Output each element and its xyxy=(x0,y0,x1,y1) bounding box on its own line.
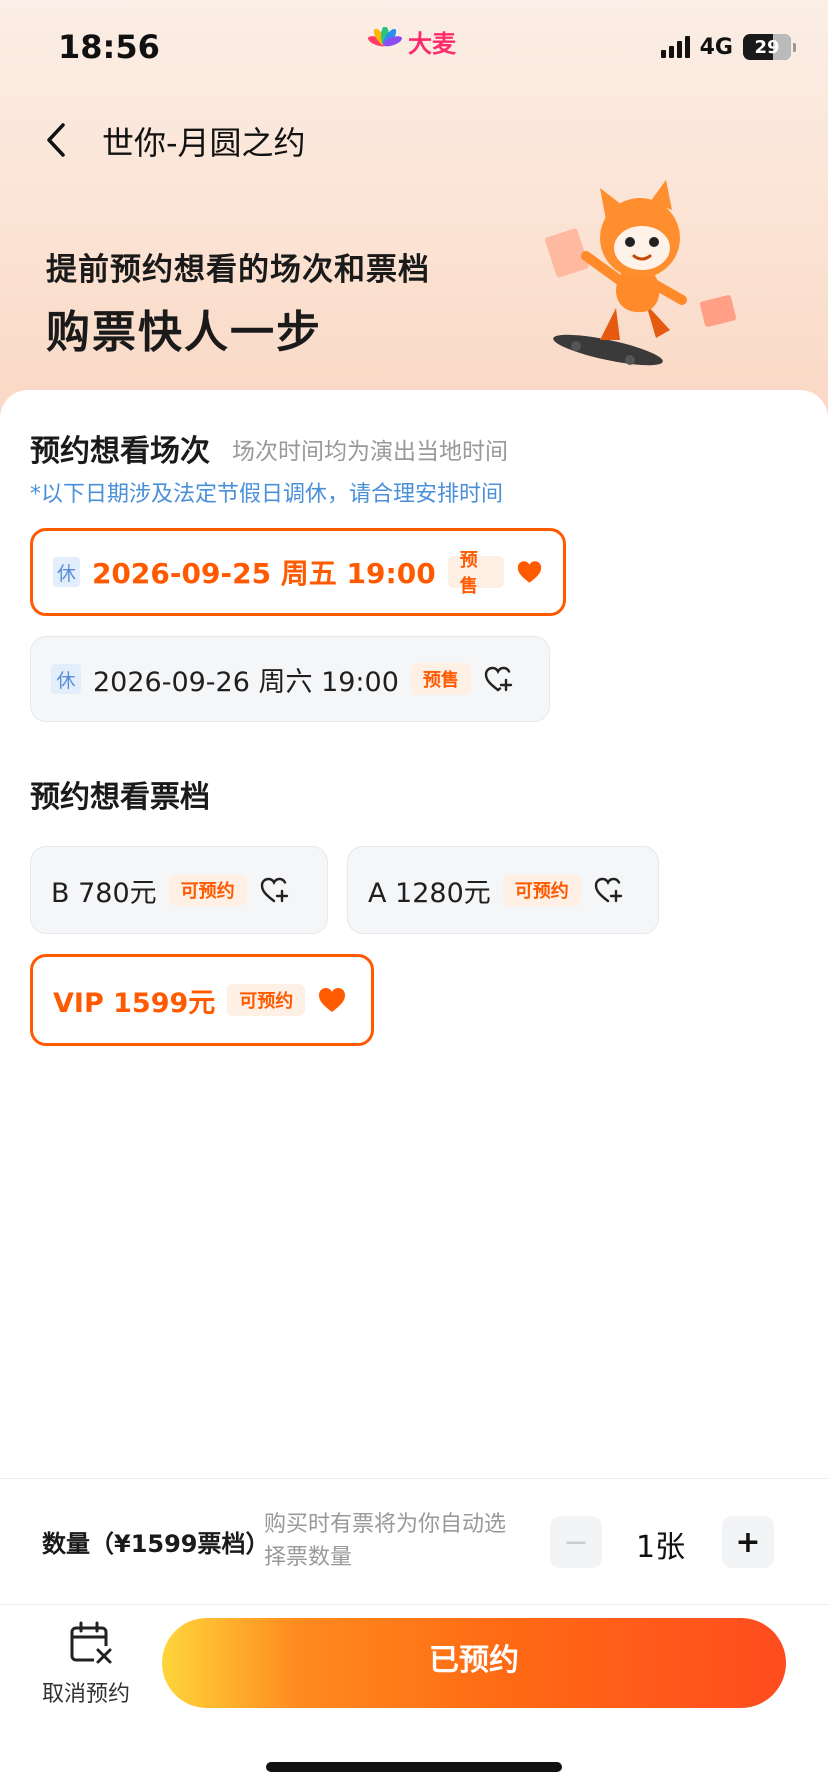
brand-logo: 大麦 xyxy=(368,24,456,59)
session-datetime: 2026-09-26 周六 19:00 xyxy=(93,666,399,698)
status-indicators: 4G 29 xyxy=(660,34,796,60)
battery-cap xyxy=(793,42,796,52)
reserved-button-label: 已预约 xyxy=(429,1643,519,1678)
page-title: 世你-月圆之约 xyxy=(102,124,306,162)
holiday-notice: *以下日期涉及法定节假日调休，请合理安排时间 xyxy=(30,482,504,507)
hero-headline: 提前预约想看的场次和票档 xyxy=(46,252,430,288)
quantity-decrease-button[interactable]: − xyxy=(550,1516,602,1568)
battery-icon: 29 xyxy=(743,34,791,60)
hero-slogan: 购票快人一步 xyxy=(46,307,322,358)
signal-icon xyxy=(660,36,690,58)
mascot-illustration xyxy=(545,180,737,366)
heart-plus-icon[interactable] xyxy=(593,876,623,904)
presale-tag: 预售 xyxy=(410,663,471,695)
status-time: 18:56 xyxy=(58,28,160,66)
reserved-button[interactable]: 已预约 xyxy=(162,1618,786,1708)
heart-plus-icon[interactable] xyxy=(259,876,289,904)
quantity-label: 数量（¥1599票档） xyxy=(42,1530,270,1558)
home-indicator xyxy=(266,1762,562,1772)
network-type: 4G xyxy=(699,34,733,60)
quantity-hint: 购买时有票将为你自动选择票数量 xyxy=(264,1512,507,1570)
quantity-increase-button[interactable]: + xyxy=(722,1516,774,1568)
damai-flower-icon xyxy=(368,26,402,46)
rest-day-badge: 休 xyxy=(53,557,80,587)
tier-price: VIP 1599元 xyxy=(53,987,216,1019)
session-option-2[interactable]: 休 2026-09-26 周六 19:00 预售 xyxy=(30,636,550,722)
tier-option-a[interactable]: A 1280元 可预约 xyxy=(347,846,659,934)
sessions-subtitle: 场次时间均为演出当地时间 xyxy=(232,439,508,465)
back-button[interactable] xyxy=(36,120,76,160)
tiers-title: 预约想看票档 xyxy=(30,780,210,815)
rest-day-badge: 休 xyxy=(51,664,81,694)
reservable-tag: 可预约 xyxy=(168,874,247,906)
session-datetime: 2026-09-25 周五 19:00 xyxy=(91,557,436,590)
tier-option-b[interactable]: B 780元 可预约 xyxy=(30,846,328,934)
tier-price: B 780元 xyxy=(51,877,157,909)
sessions-title: 预约想看场次 xyxy=(30,434,210,469)
heart-filled-icon[interactable] xyxy=(516,558,543,586)
chevron-left-icon xyxy=(47,123,65,157)
battery-level: 29 xyxy=(754,36,780,58)
reservable-tag: 可预约 xyxy=(502,874,581,906)
tier-option-vip[interactable]: VIP 1599元 可预约 xyxy=(30,954,374,1046)
quantity-value: 1张 xyxy=(636,1530,686,1565)
heart-plus-icon[interactable] xyxy=(483,665,513,693)
heart-filled-icon[interactable] xyxy=(317,986,347,1014)
calendar-x-icon[interactable] xyxy=(68,1620,114,1666)
reservable-tag: 可预约 xyxy=(227,984,306,1016)
tier-price: A 1280元 xyxy=(368,877,491,909)
session-option-1[interactable]: 休 2026-09-25 周五 19:00 预售 xyxy=(30,528,566,616)
brand-text: 大麦 xyxy=(408,30,456,58)
cancel-reservation-label[interactable]: 取消预约 xyxy=(42,1676,130,1708)
presale-tag: 预售 xyxy=(447,550,505,597)
